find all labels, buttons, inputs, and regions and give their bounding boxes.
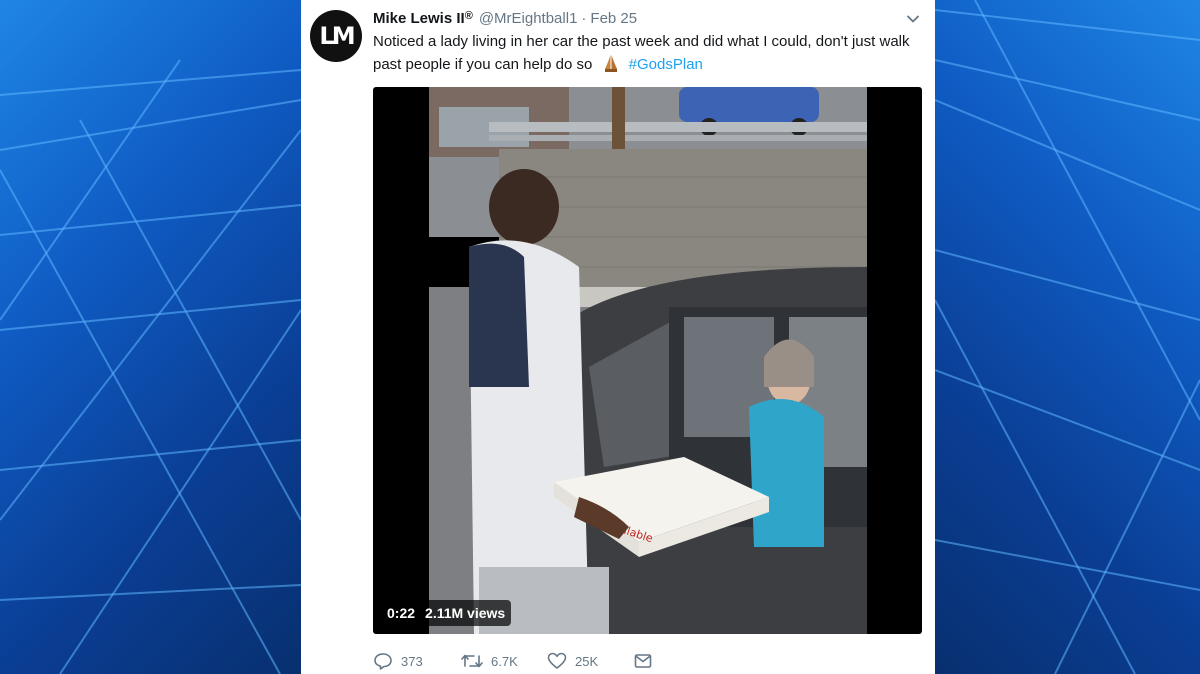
video-player[interactable]: Available 0:22 2.11M views <box>373 87 922 634</box>
like-count: 25K <box>575 653 599 669</box>
user-handle[interactable]: @MrEightball1 <box>479 10 578 27</box>
video-frame: Available <box>429 87 867 634</box>
video-views: 2.11M views <box>425 605 506 621</box>
name-mark: ® <box>464 10 473 22</box>
tweet-date[interactable]: Feb 25 <box>590 10 637 27</box>
video-info-badge: 0:22 2.11M views <box>381 600 512 626</box>
background-right-panel <box>935 0 1200 674</box>
reply-count: 373 <box>401 653 423 669</box>
video-duration: 0:22 <box>387 605 416 621</box>
hashtag-link[interactable]: #GodsPlan <box>629 56 703 73</box>
display-name[interactable]: Mike Lewis II <box>373 10 465 27</box>
retweet-count: 6.7K <box>491 653 518 669</box>
retweet-button[interactable]: 6.7K <box>461 653 547 669</box>
avatar[interactable]: LM <box>310 10 362 62</box>
direct-message-button[interactable] <box>634 653 652 669</box>
tweet-card: LM Mike Lewis II ® @MrEightball1 · Feb 2… <box>301 0 935 674</box>
background-left-panel <box>0 0 301 674</box>
envelope-icon <box>634 653 652 669</box>
tweet-text: Noticed a lady living in her car the pas… <box>373 31 929 76</box>
tweet-actions: 373 6.7K 25K <box>373 648 652 674</box>
header-separator: · <box>581 10 587 27</box>
background-pattern-right <box>935 0 1200 674</box>
chevron-down-icon[interactable] <box>904 12 922 30</box>
retweet-icon <box>461 653 483 669</box>
reply-button[interactable]: 373 <box>373 652 461 670</box>
avatar-logo: LM <box>319 22 355 50</box>
like-button[interactable]: 25K <box>547 652 634 670</box>
background-pattern <box>0 59 301 674</box>
reply-icon <box>373 652 393 670</box>
heart-icon <box>547 652 567 670</box>
tweet-header: Mike Lewis II ® @MrEightball1 · Feb 25 <box>373 10 637 30</box>
folded-hands-icon <box>601 53 621 73</box>
